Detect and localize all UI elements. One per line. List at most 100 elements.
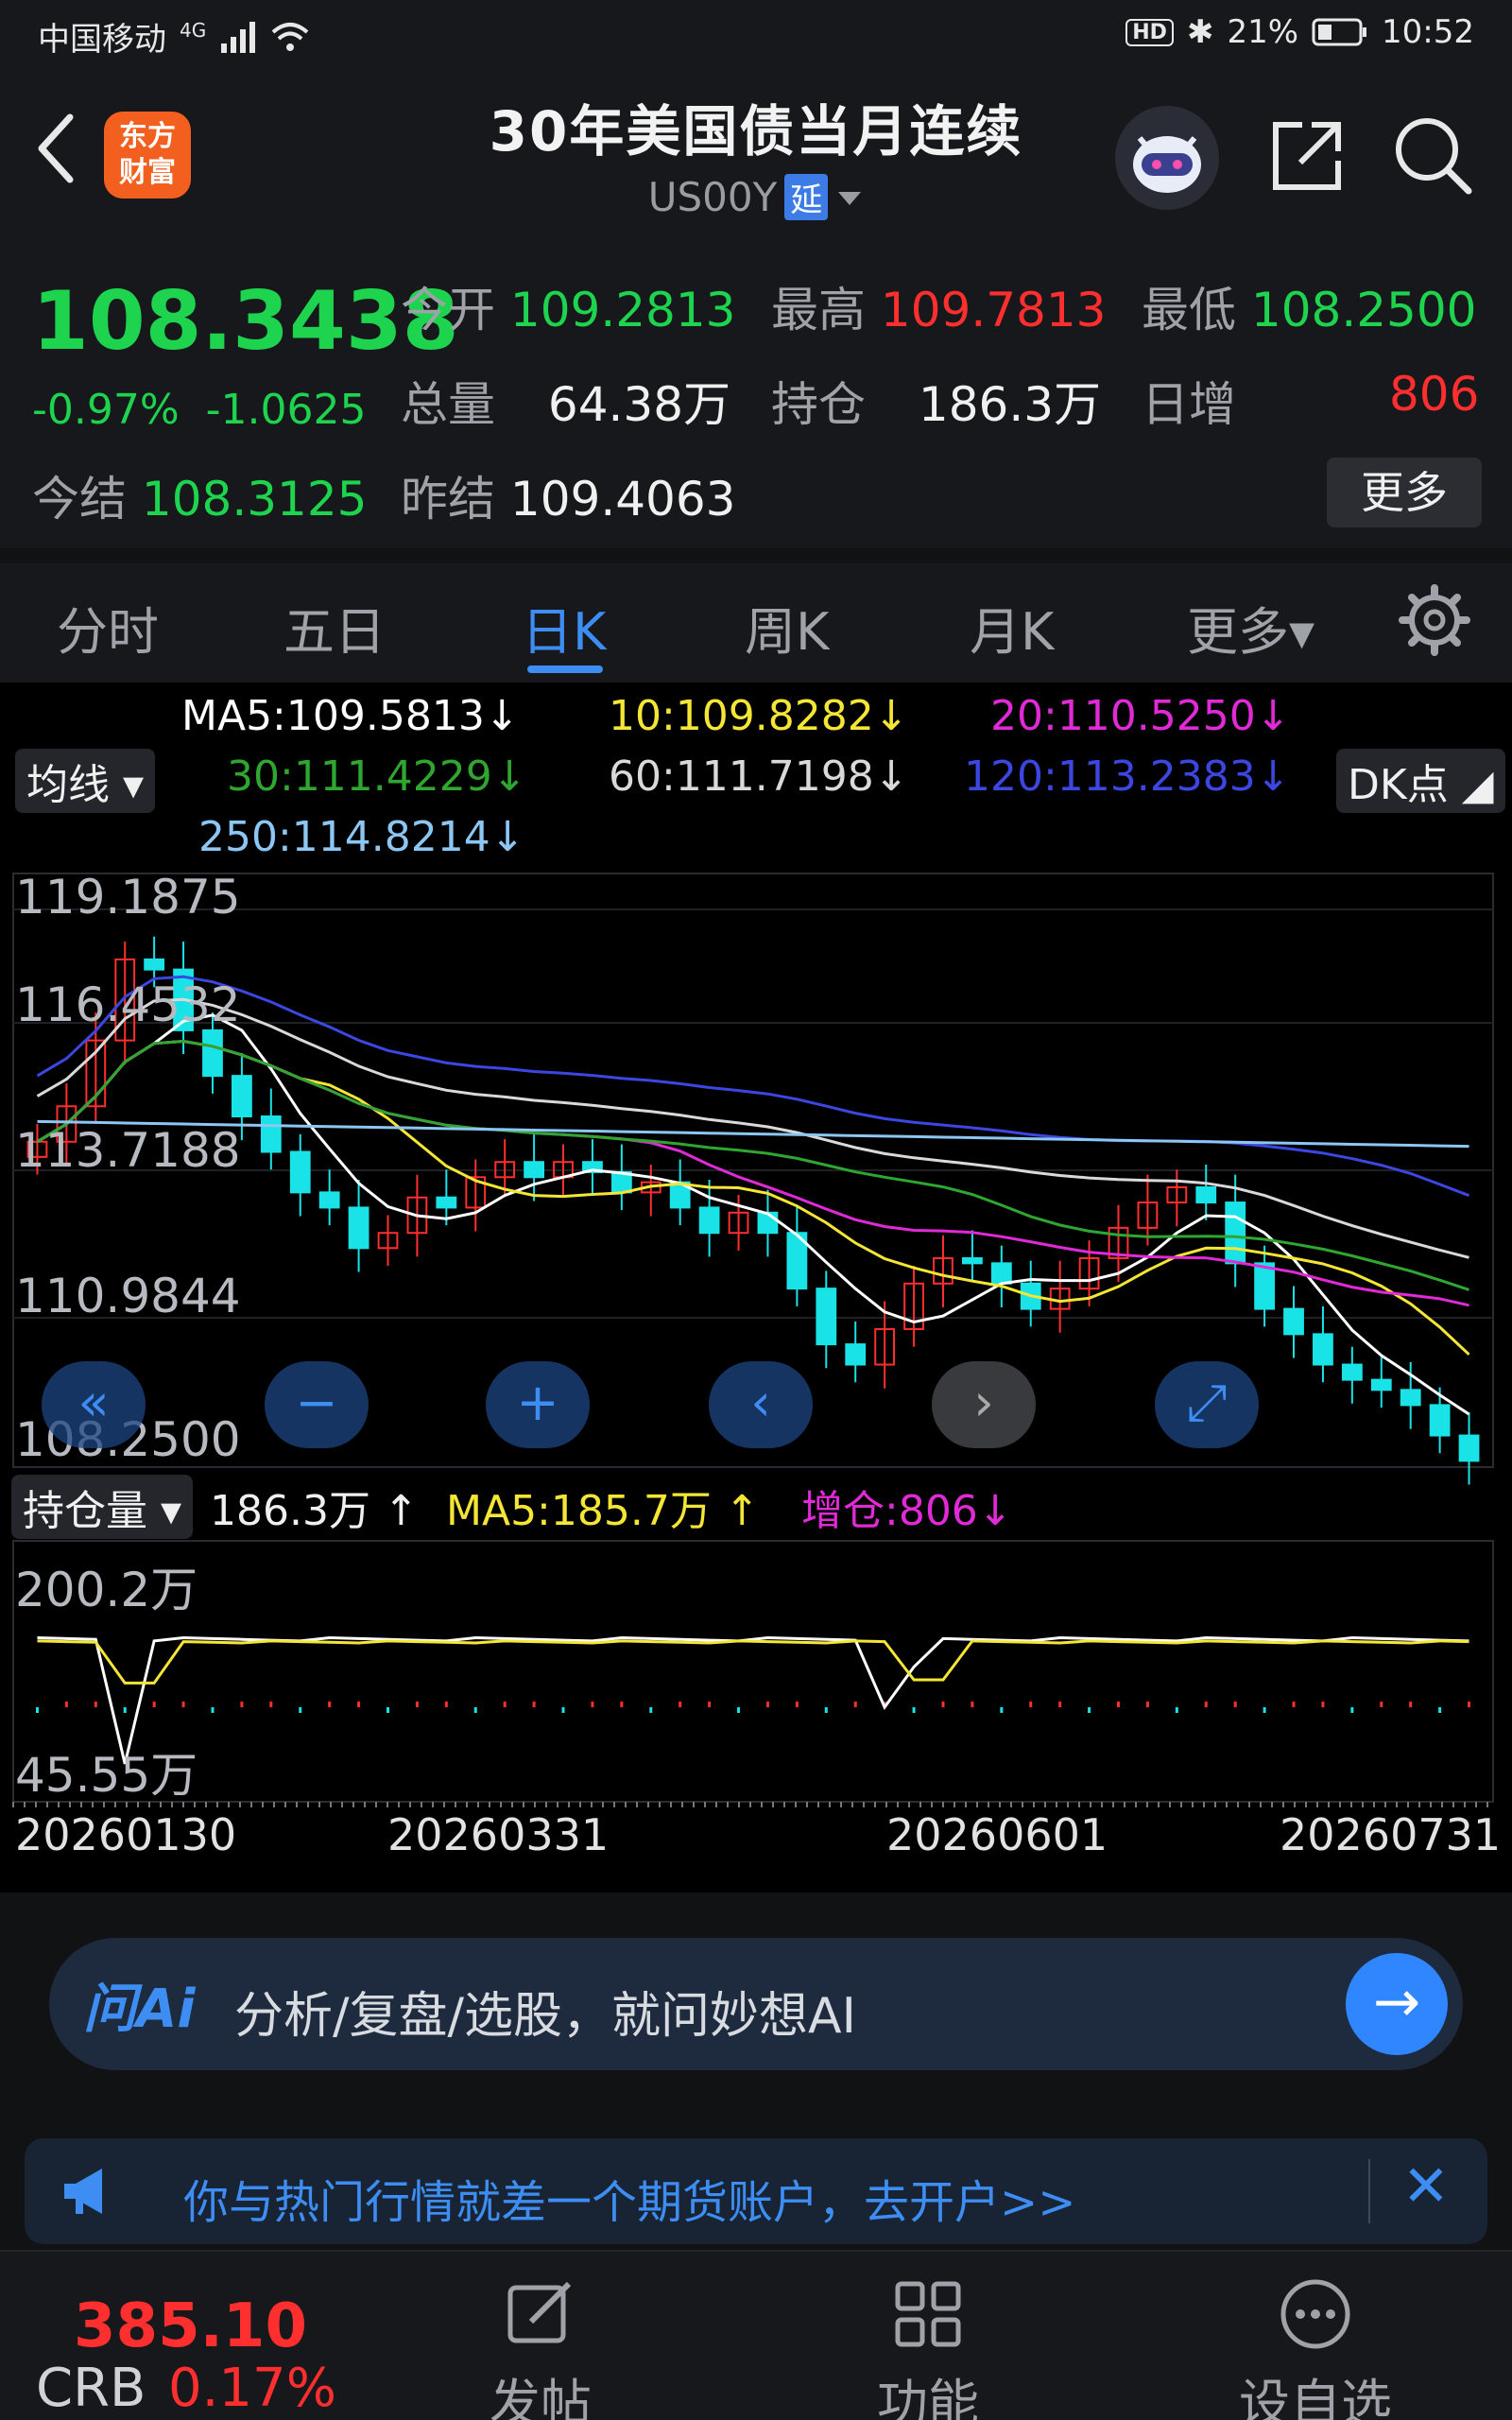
ai-assistant-bar[interactable]: 问Ai 分析/复盘/选股，就问妙想AI → [49,1938,1463,2070]
settle-value: 108.3125 [141,472,368,527]
clock: 10:52 [1382,13,1474,51]
candle-body [1370,1378,1392,1392]
pct-change: -0.97% [32,386,180,434]
megaphone-icon [64,2169,102,2214]
candle-body [202,1028,223,1078]
ma-lines-layer [36,975,1470,1416]
hd-badge: HD [1125,18,1174,46]
ai-go-button[interactable]: → [1346,1953,1448,2055]
candle-body [1225,1201,1246,1265]
tab-daily-k[interactable]: 日K [522,590,606,665]
promo-banner[interactable]: 你与热门行情就差一个期货账户，去开户>> ✕ [25,2138,1487,2244]
date-tick-2: 20260331 [387,1809,610,1860]
zoom-in-button[interactable]: + [486,1361,590,1448]
share-icon[interactable] [1264,113,1349,199]
period-tabs: 分时 五日 日K 周K 月K 更多▾ [0,563,1512,683]
app-logo[interactable]: 东方 财富 [104,112,191,199]
carrier-label: 中国移动 [38,21,166,59]
low-cell: 最低 108.2500 [1142,283,1477,337]
jump-first-button[interactable]: « [42,1361,146,1448]
candle-body [1429,1404,1451,1437]
prev-settle-cell: 昨结 109.4063 [401,472,736,527]
low-value: 108.2500 [1250,283,1477,337]
high-cell: 最高 109.7813 [771,283,1107,337]
candle-body [1400,1389,1421,1407]
tab-intraday[interactable]: 分时 [57,590,159,665]
tab-more[interactable]: 更多▾ [1187,590,1314,665]
banner-divider [1368,2159,1370,2223]
gear-icon[interactable] [1397,582,1472,658]
candle-body [990,1262,1012,1285]
candle-body [1458,1434,1480,1462]
add-watchlist-button[interactable]: 设自选 [1221,2276,1410,2420]
candle-body [698,1206,720,1235]
banner-text[interactable]: 你与热门行情就差一个期货账户，去开户>> [183,2165,1075,2231]
crb-pct[interactable]: 0.17% [168,2358,336,2419]
candle-body [1313,1333,1333,1366]
fullscreen-button[interactable]: ⤢ [1155,1361,1259,1448]
daily-inc-value: 806 [1389,367,1480,422]
volume-cell: 总量 64.38万 [401,377,731,432]
oi-panel-frame [12,1540,1494,1803]
battery-percent: 21% [1227,13,1299,51]
more-circle-icon [1280,2279,1350,2349]
oi-latest: 186.3万 ↑ [210,1487,419,1535]
candle-body [144,958,165,971]
open-value: 109.2813 [509,283,736,337]
network-type: 4G [180,18,207,42]
tab-monthly-k[interactable]: 月K [970,590,1054,665]
candle-body [1283,1307,1304,1336]
function-button[interactable]: 功能 [833,2276,1022,2420]
crb-name[interactable]: CRB [36,2358,146,2419]
oi-line [37,1635,1469,1765]
price-tick-4: 110.9844 [15,1269,241,1323]
ma60-line [36,997,1469,1259]
price-tick-high: 119.1875 [15,870,241,925]
scroll-left-button[interactable]: ‹ [709,1361,813,1448]
candle-body [232,1075,252,1117]
title-block: 30年美国债当月连续 US00Y 延 [378,87,1134,220]
volume-value: 64.38万 [547,377,731,432]
battery-icon [1312,18,1367,46]
ai-prompt-text: 分析/复盘/选股，就问妙想AI [234,1988,856,2045]
contract-code-selector[interactable]: US00Y 延 [648,174,865,220]
page-title: 30年美国债当月连续 [489,99,1023,164]
candle-body [348,1206,369,1250]
grid-icon [895,2281,961,2347]
candle-body [1195,1186,1217,1204]
wifi-icon [271,22,309,51]
candle-body [436,1196,457,1209]
change-row: -0.97% -1.0625 [32,386,366,434]
prev-settle-value: 109.4063 [509,472,736,527]
more-button[interactable]: 更多 [1327,458,1482,527]
close-icon[interactable]: ✕ [1402,2153,1450,2220]
price-tick-2: 116.4532 [15,977,241,1032]
candle-body [318,1191,340,1209]
candle-body [845,1343,867,1366]
candle-body [260,1115,282,1153]
chart-area[interactable]: MA5:109.5813↓ 10:109.8282↓ 20:110.5250↓ … [0,683,1512,1893]
oi-layer [12,1635,1488,1807]
settle-cell: 今结 108.3125 [32,472,368,527]
abs-change: -1.0625 [205,386,367,434]
ma5-line [36,1013,1470,1416]
back-icon[interactable] [28,106,85,191]
date-tick-3: 20260601 [886,1809,1108,1860]
oi-increase: 增仓:806↓ [801,1487,1013,1535]
top-nav: 东方 财富 30年美国债当月连续 US00Y 延 [0,70,1512,236]
crb-price[interactable]: 385.10 [74,2291,307,2361]
delay-badge: 延 [784,174,829,220]
bluetooth-icon: ✱ [1186,13,1214,51]
edit-icon [507,2281,572,2343]
tab-five-day[interactable]: 五日 [284,590,386,665]
zoom-out-button[interactable]: − [265,1361,369,1448]
candle-body [816,1288,837,1346]
oi-ma5-line [37,1639,1469,1685]
search-icon[interactable] [1389,112,1474,197]
candle-body [289,1150,311,1194]
tab-weekly-k[interactable]: 周K [745,590,829,665]
oi-indicator-selector[interactable]: 持仓量 ▾ [11,1475,194,1539]
post-button[interactable]: 发帖 [446,2276,635,2420]
ai-mascot-icon[interactable] [1115,106,1219,210]
scroll-right-button[interactable]: › [932,1361,1036,1448]
